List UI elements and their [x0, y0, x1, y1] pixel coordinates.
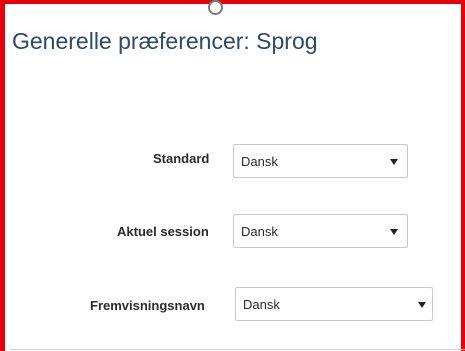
chevron-down-icon [390, 229, 398, 235]
page-title: Generelle præferencer: Sprog [12, 28, 318, 54]
chevron-down-icon [390, 159, 398, 165]
session-language-value: Dansk [241, 224, 278, 239]
chevron-down-icon [418, 302, 426, 308]
standard-language-value: Dansk [241, 154, 278, 169]
standard-language-label: Standard [153, 151, 210, 166]
divider [10, 349, 465, 350]
resize-handle-icon[interactable] [208, 0, 223, 15]
preferences-panel: Generelle præferencer: Sprog Standard Da… [0, 0, 465, 351]
session-language-select[interactable]: Dansk [233, 214, 408, 248]
display-name-language-label: Fremvisningsnavn [90, 298, 205, 313]
display-name-language-value: Dansk [243, 297, 280, 312]
standard-language-select[interactable]: Dansk [233, 144, 408, 178]
session-language-label: Aktuel session [117, 224, 209, 239]
display-name-language-select[interactable]: Dansk [235, 287, 433, 321]
